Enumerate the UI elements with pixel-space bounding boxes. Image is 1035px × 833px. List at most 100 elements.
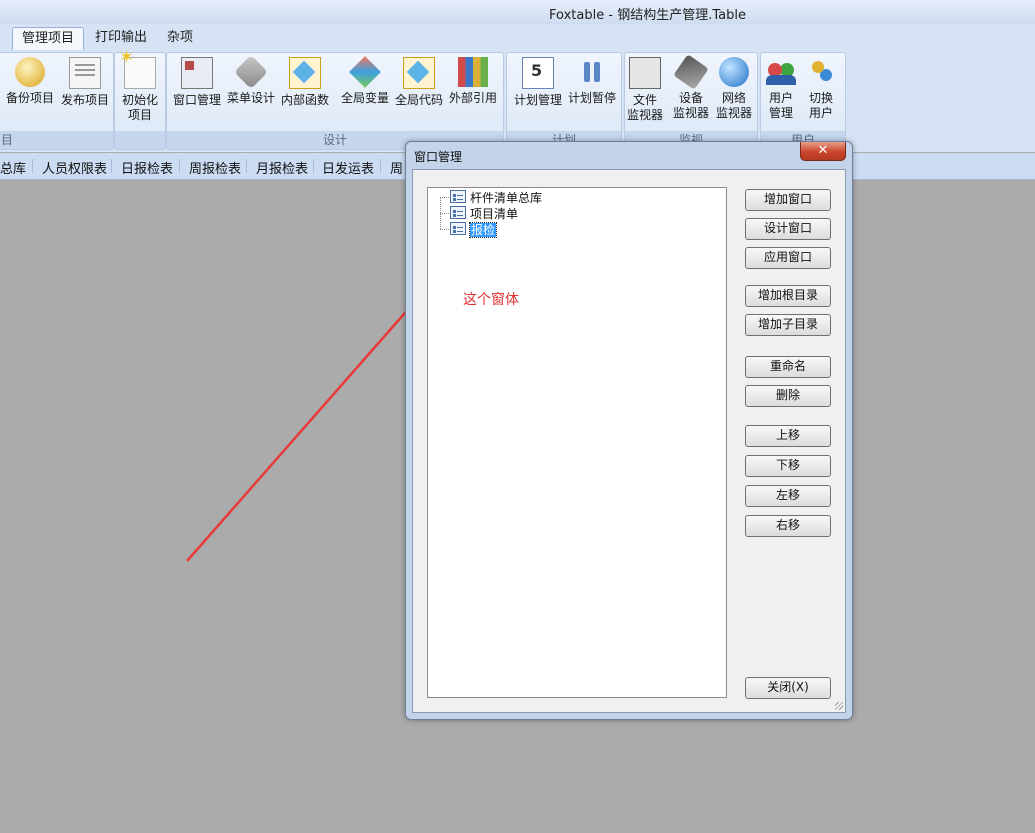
tab-misc[interactable]: 杂项 (158, 27, 202, 49)
user-manage-button[interactable]: 用户 管理 (759, 57, 803, 121)
ribbon-group-project: 备份项目 发布项目 目 (0, 52, 114, 150)
table-tab-weekly[interactable]: 周报检表 (189, 158, 241, 177)
move-left-button[interactable]: 左移 (745, 485, 831, 507)
external-reference-button[interactable]: 外部引用 (445, 57, 501, 106)
ribbon-tabs: 管理项目 打印输出 杂项 (0, 24, 1035, 50)
table-tab-permissions[interactable]: 人员权限表 (42, 158, 107, 177)
tree-node-label: 杆件清单总库 (470, 191, 543, 205)
close-dialog-button[interactable]: 关闭(X) (745, 677, 831, 699)
apply-window-button[interactable]: 应用窗口 (745, 247, 831, 269)
tree-node-label: 项目清单 (470, 207, 519, 221)
ribbon-group-design: 窗口管理 菜单设计 内部函数 全局变量 全局代码 外部引用 设计 (166, 52, 504, 150)
resize-grip[interactable] (835, 702, 843, 710)
window-tree[interactable]: 杆件清单总库 项目清单 报检 (427, 187, 727, 698)
publish-project-button[interactable]: 发布项目 (57, 57, 113, 108)
users-icon (766, 57, 796, 87)
tab-manage-project[interactable]: 管理项目 (12, 27, 85, 50)
publish-server-icon (69, 57, 101, 89)
device-monitor-button[interactable]: 设备 监视器 (667, 54, 715, 121)
table-tab-total[interactable]: 总库 (0, 158, 26, 177)
title-bar: Foxtable - 钢结构生产管理.Table (0, 0, 1035, 24)
form-window-icon (450, 190, 466, 203)
global-code-icon (403, 57, 435, 89)
tree-connector (440, 229, 449, 230)
move-right-button[interactable]: 右移 (745, 515, 831, 537)
plan-manage-button[interactable]: 计划管理 (510, 57, 566, 108)
plan-pause-button[interactable]: 计划暂停 (564, 57, 620, 106)
group-label-project: 目 (0, 131, 113, 149)
table-tab-week-partial[interactable]: 周 (390, 158, 403, 177)
external-reference-label: 外部引用 (448, 91, 497, 105)
table-tab-shipping[interactable]: 日发运表 (322, 158, 374, 177)
init-project-label: 初始化 项目 (121, 93, 158, 122)
tree-connector (440, 213, 449, 214)
window-manage-icon (181, 57, 213, 89)
ribbon-group-monitor: 文件 监视器 设备 监视器 网络 监视器 监视 (624, 52, 758, 150)
global-variable-icon (349, 56, 381, 88)
global-code-label: 全局代码 (394, 93, 443, 107)
file-monitor-button[interactable]: 文件 监视器 (621, 57, 669, 123)
add-window-button[interactable]: 增加窗口 (745, 189, 831, 211)
tree-node-selected[interactable]: 报检 (450, 222, 498, 238)
window-title: Foxtable - 钢结构生产管理.Table (549, 8, 746, 23)
ribbon-group-plan: 计划管理 计划暂停 计划 (506, 52, 622, 150)
menu-design-label: 菜单设计 (226, 91, 275, 105)
tab-divider (32, 159, 33, 173)
form-window-icon (450, 222, 466, 235)
internal-function-button[interactable]: 内部函数 (277, 57, 333, 108)
global-variable-button[interactable]: 全局变量 (337, 56, 393, 106)
ribbon-group-users: 用户 管理 切换 用户 用户 (760, 52, 846, 150)
plan-manage-label: 计划管理 (513, 93, 562, 107)
window-manage-label: 窗口管理 (172, 93, 221, 107)
plan-pause-label: 计划暂停 (567, 91, 616, 105)
backup-disk-icon (15, 57, 45, 87)
menu-design-button[interactable]: 菜单设计 (223, 55, 279, 106)
publish-project-label: 发布项目 (60, 93, 109, 107)
tab-divider (179, 159, 180, 173)
file-monitor-icon (629, 57, 661, 89)
device-monitor-label: 设备 监视器 (672, 91, 709, 120)
tab-divider (313, 159, 314, 173)
add-sub-dir-button[interactable]: 增加子目录 (745, 314, 831, 336)
table-tab-daily[interactable]: 日报检表 (121, 158, 173, 177)
group-label-init (115, 131, 165, 149)
backup-project-button[interactable]: 备份项目 (2, 57, 58, 106)
device-monitor-icon (673, 54, 709, 90)
add-root-dir-button[interactable]: 增加根目录 (745, 285, 831, 307)
init-project-icon (119, 50, 156, 89)
user-manage-label: 用户 管理 (768, 91, 793, 120)
annotation-label: 这个窗体 (463, 292, 519, 308)
ribbon-group-init: 初始化 项目 (112, 50, 168, 150)
internal-function-icon (289, 57, 321, 89)
window-manage-dialog: 窗口管理 ✕ 杆件清单总库 项目清单 报检 增加窗口 设计窗口 应用窗口 增加根… (405, 141, 853, 720)
tree-connector (440, 197, 449, 198)
switch-user-icon (806, 57, 836, 87)
form-window-icon (450, 206, 466, 219)
design-window-button[interactable]: 设计窗口 (745, 218, 831, 240)
network-monitor-label: 网络 监视器 (715, 91, 752, 120)
move-down-button[interactable]: 下移 (745, 455, 831, 477)
pause-icon (577, 57, 607, 87)
dialog-client-area: 杆件清单总库 项目清单 报检 增加窗口 设计窗口 应用窗口 增加根目录 增加子目… (412, 169, 846, 713)
tree-node[interactable]: 项目清单 (450, 206, 518, 221)
tree-node[interactable]: 杆件清单总库 (450, 190, 542, 205)
table-tab-monthly[interactable]: 月报检表 (256, 158, 308, 177)
rename-button[interactable]: 重命名 (745, 356, 831, 378)
global-variable-label: 全局变量 (340, 91, 389, 105)
window-manage-button[interactable]: 窗口管理 (169, 57, 225, 108)
switch-user-button[interactable]: 切换 用户 (799, 57, 843, 121)
tab-divider (246, 159, 247, 173)
tab-print-output[interactable]: 打印输出 (86, 27, 156, 49)
global-code-button[interactable]: 全局代码 (391, 57, 447, 108)
close-icon: ✕ (817, 143, 829, 158)
tree-node-label: 报检 (468, 222, 498, 238)
dialog-close-button[interactable]: ✕ (800, 142, 846, 161)
tab-divider (111, 159, 112, 173)
network-monitor-button[interactable]: 网络 监视器 (710, 57, 758, 121)
init-project-button[interactable]: 初始化 项目 (112, 50, 168, 123)
file-monitor-label: 文件 监视器 (626, 93, 663, 122)
plan-calendar-icon (522, 57, 554, 89)
dialog-title: 窗口管理 (414, 150, 463, 164)
move-up-button[interactable]: 上移 (745, 425, 831, 447)
delete-button[interactable]: 删除 (745, 385, 831, 407)
